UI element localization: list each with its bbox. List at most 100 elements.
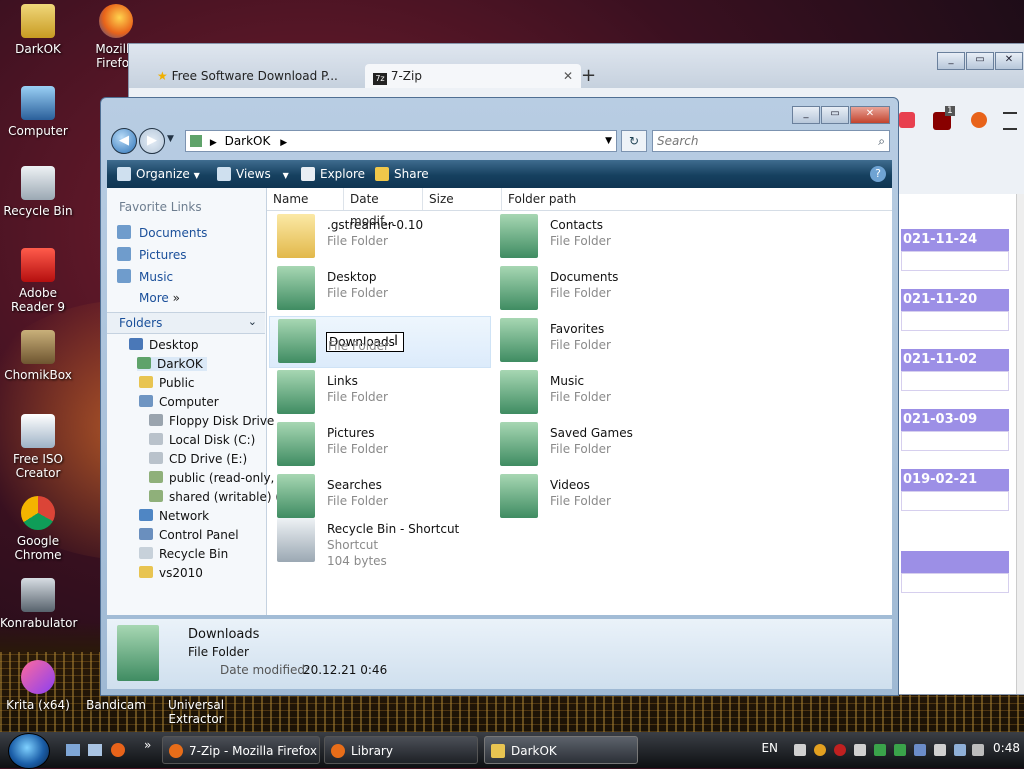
forward-button[interactable]: ▶ <box>139 128 165 154</box>
desktop-icon-free-iso-creator[interactable]: Free ISO Creator <box>0 414 76 480</box>
quicklaunch-switch-windows-icon[interactable] <box>88 744 102 756</box>
pocket-icon[interactable] <box>899 112 915 128</box>
explore-button[interactable]: Explore <box>301 160 365 188</box>
tree-item-network[interactable]: Network <box>139 509 209 523</box>
task-firefox[interactable]: 7-Zip - Mozilla Firefox <box>162 736 320 764</box>
favorite-more[interactable]: More » <box>139 291 180 305</box>
desktop-icon-computer[interactable]: Computer <box>0 86 76 138</box>
address-dropdown-icon[interactable]: ▼ <box>605 131 612 151</box>
desktop-icon-chomikbox[interactable]: ChomikBox <box>0 330 76 382</box>
desktop-icon-recycle-bin[interactable]: Recycle Bin <box>0 166 76 218</box>
task-darkok[interactable]: DarkOK <box>484 736 638 764</box>
favorite-documents[interactable]: Documents <box>117 225 207 240</box>
list-item-downloads[interactable]: Downloads File Folder I <box>269 316 491 368</box>
tree-item-recycle-bin[interactable]: Recycle Bin <box>139 547 228 561</box>
help-icon[interactable]: ? <box>870 166 886 182</box>
desktop-icon-adobe-reader[interactable]: Adobe Reader 9 <box>0 248 76 314</box>
list-item-music[interactable]: Music File Folder <box>492 368 712 418</box>
tray-icon-2[interactable] <box>814 744 826 756</box>
tray-icon-4[interactable] <box>854 744 866 756</box>
konrabulator-icon <box>21 578 55 612</box>
column-folder-path[interactable]: Folder path <box>502 188 588 210</box>
column-name[interactable]: Name <box>267 188 344 210</box>
network-icon[interactable] <box>954 744 966 756</box>
minimize-button[interactable]: _ <box>937 52 965 70</box>
tray-icon-1[interactable] <box>794 744 806 756</box>
tray-icon-6[interactable] <box>894 744 906 756</box>
tab-free-software[interactable]: ★ Free Software Download P... ✕ <box>149 64 389 88</box>
folders-bar[interactable]: Folders ⌄ <box>107 312 265 334</box>
breadcrumb-darkok[interactable]: DarkOK <box>225 134 271 148</box>
list-item-searches[interactable]: Searches File Folder <box>269 472 489 522</box>
back-button[interactable]: ◀ <box>111 128 137 154</box>
minimize-button[interactable]: _ <box>792 106 820 124</box>
clock[interactable]: 0:48 <box>993 741 1020 755</box>
views-button[interactable]: Views ▼ <box>217 160 289 188</box>
favorite-music[interactable]: Music <box>117 269 173 284</box>
list-item-desktop[interactable]: Desktop File Folder <box>269 264 489 314</box>
maximize-button[interactable]: ▭ <box>821 106 849 124</box>
search-icon[interactable]: ⌕ <box>878 131 885 151</box>
new-tab-button[interactable]: + <box>581 64 596 88</box>
tray-icon-7[interactable] <box>914 744 926 756</box>
list-item-documents[interactable]: Documents File Folder <box>492 264 712 314</box>
list-item-recycle-bin-shortcut[interactable]: Recycle Bin - Shortcut Shortcut 104 byte… <box>269 516 489 576</box>
desktop-icon-google-chrome[interactable]: Google Chrome <box>0 496 76 562</box>
chevron-down-icon[interactable]: ⌄ <box>248 315 257 328</box>
tree-item-floppy[interactable]: Floppy Disk Drive <box>149 414 274 428</box>
language-indicator[interactable]: EN <box>761 741 778 755</box>
tree-item-darkok[interactable]: DarkOK <box>137 357 207 371</box>
recent-pages-icon[interactable]: ▼ <box>167 134 174 144</box>
task-library[interactable]: Library <box>324 736 478 764</box>
desktop-icon-konrabulator[interactable]: Konrabulator <box>0 578 77 630</box>
folder-icon <box>491 744 505 758</box>
desktop-icon-darkok[interactable]: DarkOK <box>0 4 76 56</box>
list-item-links[interactable]: Links File Folder <box>269 368 489 418</box>
tree-item-public-share[interactable]: public (read-only, <box>149 471 274 485</box>
tray-icon-8[interactable] <box>934 744 946 756</box>
tree-item-shared[interactable]: shared (writable) ( <box>149 490 280 504</box>
favorite-links-header: Favorite Links <box>119 200 202 214</box>
close-button[interactable]: ✕ <box>995 52 1023 70</box>
maximize-button[interactable]: ▭ <box>966 52 994 70</box>
tray-icon-5[interactable] <box>874 744 886 756</box>
tree-item-computer[interactable]: Computer <box>139 395 219 409</box>
quicklaunch-more-icon[interactable]: » <box>144 738 151 752</box>
start-button[interactable] <box>8 733 50 769</box>
close-tab-icon[interactable]: ✕ <box>563 64 573 88</box>
volume-icon[interactable] <box>972 744 984 756</box>
tree-item-cd-drive[interactable]: CD Drive (E:) <box>149 452 247 466</box>
scrollbar[interactable] <box>1016 194 1024 694</box>
menu-icon[interactable] <box>1003 112 1017 130</box>
organize-button[interactable]: Organize ▼ <box>117 160 200 188</box>
list-item-saved-games[interactable]: Saved Games File Folder <box>492 420 712 470</box>
tree-item-control-panel[interactable]: Control Panel <box>139 528 239 542</box>
column-size[interactable]: Size <box>423 188 502 210</box>
desktop-icon-krita[interactable]: Krita (x64) <box>0 660 76 712</box>
close-button[interactable]: ✕ <box>850 106 890 124</box>
list-item-gstreamer[interactable]: .gstreamer-0.10 File Folder <box>269 212 489 262</box>
quicklaunch-firefox-icon[interactable] <box>111 743 125 757</box>
tree-item-desktop[interactable]: Desktop <box>129 338 199 352</box>
explorer-titlebar[interactable]: _ ▭ ✕ <box>101 98 898 126</box>
share-button[interactable]: Share <box>375 160 429 188</box>
item-type: File Folder <box>550 494 611 508</box>
item-name: Searches <box>327 478 382 492</box>
column-header-row: Name Date modif... Size Folder path <box>267 188 892 228</box>
firefox-icon[interactable] <box>971 112 987 128</box>
favorite-pictures[interactable]: Pictures <box>117 247 187 262</box>
tray-icon-3[interactable] <box>834 744 846 756</box>
list-item-favorites[interactable]: Favorites File Folder <box>492 316 712 366</box>
search-input[interactable]: Search ⌕ <box>652 130 890 152</box>
tree-item-local-disk[interactable]: Local Disk (C:) <box>149 433 255 447</box>
tab-7zip[interactable]: 7z 7-Zip ✕ <box>365 64 581 88</box>
column-date-modified[interactable]: Date modif... <box>344 188 423 228</box>
address-bar[interactable]: ▶ DarkOK ▶ ▼ <box>185 130 617 152</box>
list-item-pictures[interactable]: Pictures File Folder <box>269 420 489 470</box>
list-item-videos[interactable]: Videos File Folder <box>492 472 712 522</box>
refresh-button[interactable]: ↻ <box>621 130 647 152</box>
tree-item-vs2010[interactable]: vs2010 <box>139 566 203 580</box>
tree-item-public[interactable]: Public <box>139 376 195 390</box>
list-item-contacts[interactable]: Contacts File Folder <box>492 212 712 262</box>
quicklaunch-show-desktop-icon[interactable] <box>66 744 80 756</box>
